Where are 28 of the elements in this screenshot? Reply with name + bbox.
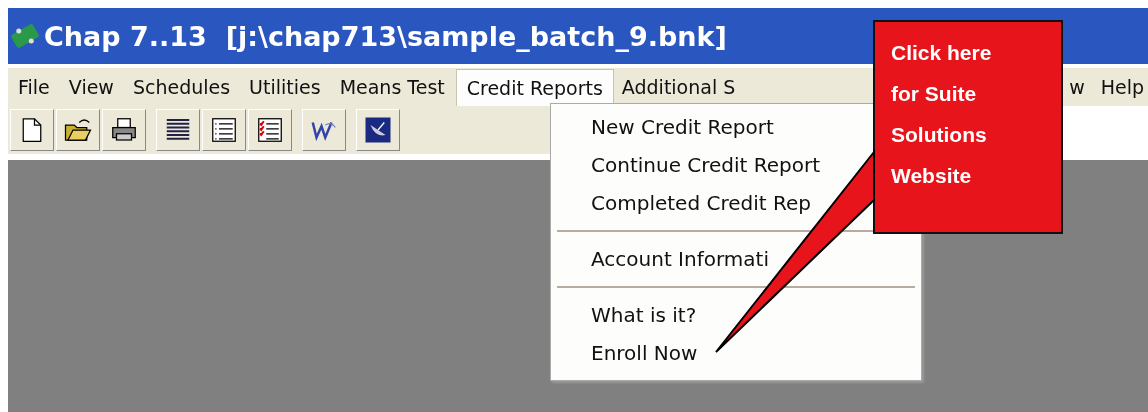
- toolbar-button[interactable]: [356, 109, 400, 151]
- checklist-icon: [255, 115, 285, 145]
- window-title: Chap 7..13 [j:\chap713\sample_batch_9.bnk]: [44, 20, 727, 52]
- list-icon: [209, 115, 239, 145]
- callout-text: for Suite: [891, 81, 978, 107]
- menu-item[interactable]: View: [60, 70, 125, 104]
- toolbar-button[interactable]: [102, 109, 146, 151]
- callout-text: Solutions: [891, 122, 988, 148]
- menu-item[interactable]: Account Informati: [551, 240, 921, 278]
- menu-item[interactable]: What is it?: [551, 296, 921, 334]
- menu-item[interactable]: Credit Reports: [455, 68, 614, 106]
- toolbar-button[interactable]: [248, 109, 292, 151]
- menu-item[interactable]: Additional S: [613, 70, 747, 104]
- menu-item[interactable]: Enroll Now: [551, 334, 921, 372]
- menu-item[interactable]: Utilities: [241, 70, 332, 104]
- toolbar-button[interactable]: [156, 109, 200, 151]
- menu-item[interactable]: File: [10, 70, 61, 104]
- toolbar-button[interactable]: [10, 109, 54, 151]
- menu-item[interactable]: Help: [1092, 70, 1148, 104]
- satellite-dish-icon: [363, 115, 393, 145]
- menu-item[interactable]: Means Test: [331, 70, 456, 104]
- menu-item[interactable]: Schedules: [124, 70, 242, 104]
- toolbar-button[interactable]: [202, 109, 246, 151]
- callout-text: Website: [891, 163, 973, 189]
- menu-item[interactable]: w: [1066, 70, 1093, 104]
- callout-text: Click here: [891, 40, 993, 66]
- toolbar-button[interactable]: [302, 109, 346, 151]
- toolbar-button[interactable]: [56, 109, 100, 151]
